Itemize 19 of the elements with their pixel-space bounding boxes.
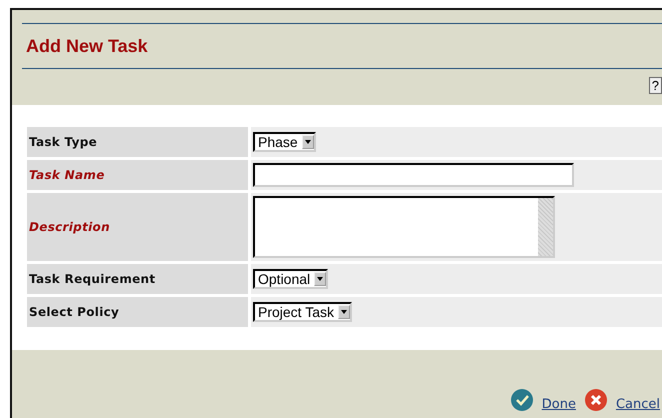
check-icon (510, 388, 534, 412)
field-label: Select Policy (29, 305, 120, 319)
page-title: Add New Task (26, 36, 148, 56)
description-field[interactable] (253, 196, 555, 258)
caret-icon (338, 305, 350, 319)
field-label: Task Name (29, 168, 105, 182)
help-button[interactable]: ? (648, 77, 662, 94)
caret-icon (314, 272, 326, 286)
dropdown[interactable]: Optional (253, 269, 328, 289)
field-label: Task Type (29, 135, 98, 149)
dropdown[interactable]: Project Task (253, 302, 352, 322)
field-label: Description (29, 220, 110, 234)
done-link[interactable]: Done (542, 397, 576, 412)
cancel-link[interactable]: Cancel (616, 397, 660, 412)
field-label: Task Requirement (29, 272, 156, 286)
dropdown[interactable]: Phase (253, 132, 316, 152)
caret-icon (302, 135, 314, 149)
close-icon (584, 388, 608, 412)
task-name-field[interactable] (253, 163, 574, 187)
